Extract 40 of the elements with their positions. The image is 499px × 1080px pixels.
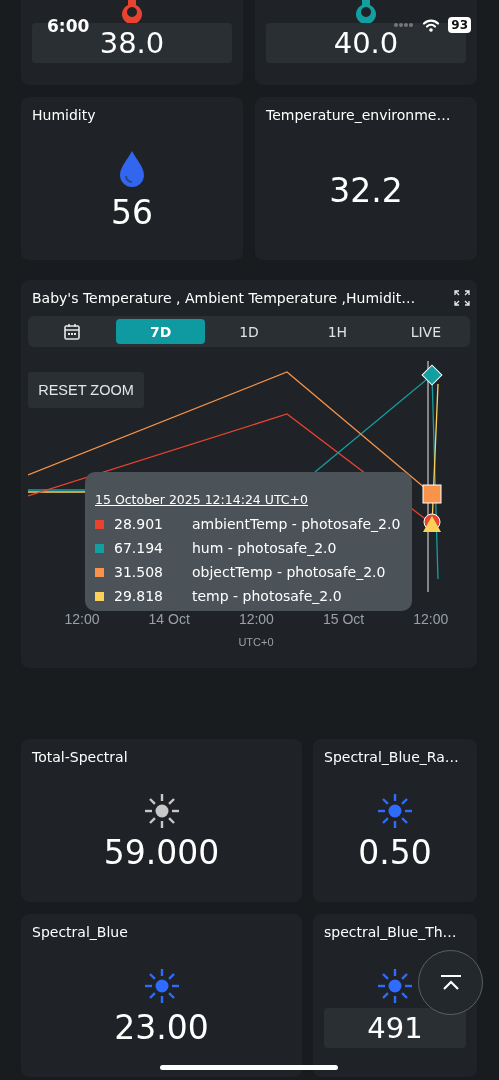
value-text: 56 [111,192,153,233]
reset-zoom-button[interactable]: RESET ZOOM [28,372,144,408]
expand-icon[interactable] [454,290,470,306]
tooltip-label: ambientTemp - photosafe_2.0 [192,516,401,532]
tooltip-title: 15 October 2025 12:14:24 UTC+0 [95,492,308,507]
axis-label: 12:00 [413,611,449,627]
tooltip-label: objectTemp - photosafe_2.0 [192,564,386,580]
square-marker [422,484,442,504]
card-title: Spectral_Blue_Ra… [324,748,459,766]
card-title: Spectral_Blue [32,923,128,941]
value-text: 23.00 [114,1007,209,1048]
tooltip-value: 29.818 [114,588,164,604]
value-field: 491 [324,1007,466,1048]
axis-label: 15 Oct [323,611,365,627]
axis-label: 12:00 [238,611,274,627]
tooltip-value: 28.901 [114,516,164,532]
signal-dots-icon [394,23,415,27]
value-text: 59.000 [103,832,220,873]
range-tab[interactable]: 1H [293,319,382,344]
card-title: Temperature_environme… [266,106,451,124]
card-title: spectral_Blue_Th… [324,923,457,941]
card-title: Total-Spectral [32,748,128,766]
battery-level: 93 [448,17,471,33]
chart-title: Baby's Temperature , Ambient Temperature ,Humidit… [31,289,416,307]
axis-title: UTC+0 [238,636,274,648]
calendar-icon [63,322,82,341]
tooltip-label: temp - photosafe_2.0 [192,588,342,604]
tooltip-value: 31.508 [114,564,164,580]
axis-label: 14 Oct [148,611,190,627]
status-time: 6:00 [47,16,90,36]
chevron-up-icon [439,973,462,992]
value-text: 0.50 [358,832,432,873]
wifi-icon [422,18,441,32]
tooltip-value: 67.194 [114,540,164,556]
value-text: 32.2 [329,170,403,211]
range-tab[interactable]: 1D [204,319,294,344]
axis-label: 12:00 [64,611,100,627]
card-title: Humidity [32,106,96,124]
tooltip-label: hum - photosafe_2.0 [192,540,337,556]
range-tab[interactable]: LIVE [381,319,471,344]
